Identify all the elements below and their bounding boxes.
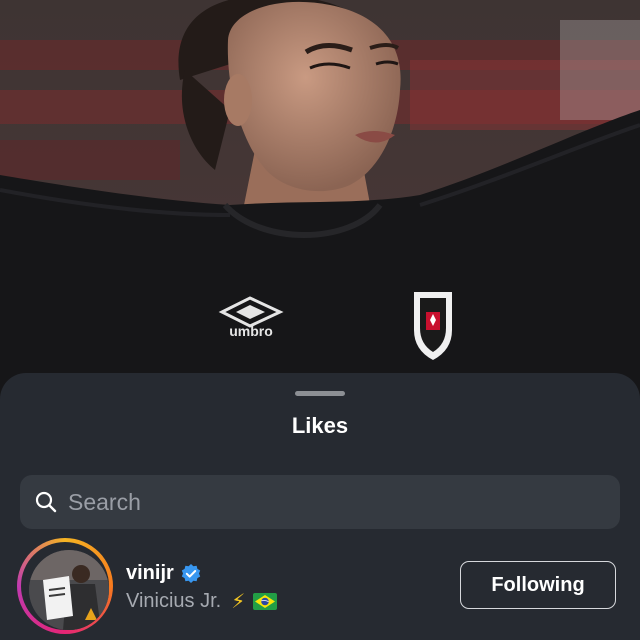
avatar[interactable] [29,550,109,630]
search-bar[interactable] [20,475,620,529]
username-line: vinijr [126,562,202,585]
likes-sheet: Likes Search vinijr Vinicius Jr. ⚡ Follo… [0,373,640,640]
sheet-title: Likes [291,413,349,438]
search-icon [35,491,57,513]
story-ring[interactable] [17,538,113,634]
full-name: Vinicius Jr. [126,590,222,612]
brazil-flag-icon [253,593,278,610]
search-input[interactable] [68,488,588,516]
shirt-brand-text: umbro [229,323,273,339]
following-button[interactable]: Following [460,561,616,609]
verified-badge-icon [180,563,202,585]
list-item[interactable]: vinijr Vinicius Jr. ⚡ Following [0,535,640,640]
fullname-line: Vinicius Jr. ⚡ [126,589,278,614]
app-screen: umbro Likes Search vinijr Vinicius Jr. ⚡… [0,0,640,640]
username[interactable]: vinijr [126,562,174,585]
lightning-emoji: ⚡ [231,591,246,613]
sheet-grabber[interactable] [295,391,345,396]
